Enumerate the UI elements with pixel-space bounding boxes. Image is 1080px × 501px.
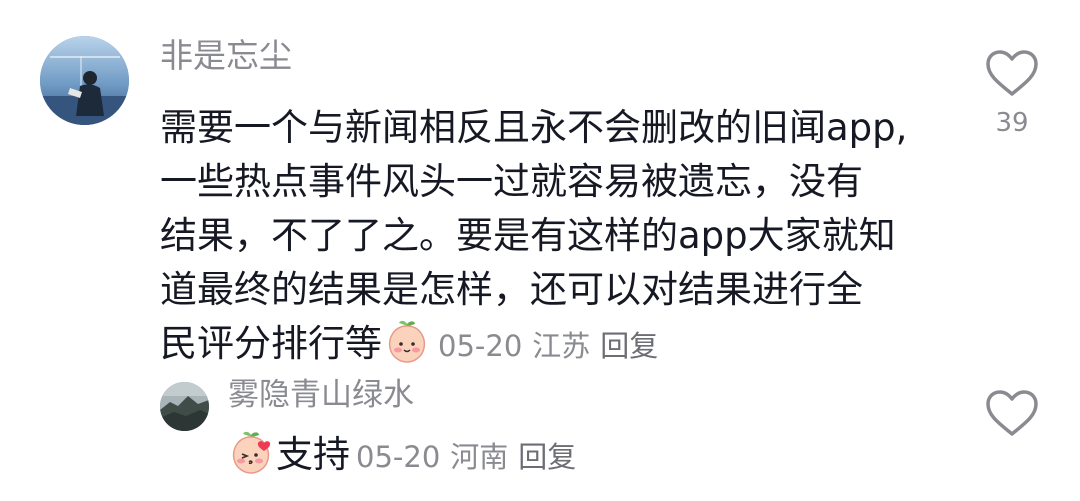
reply-button[interactable]: 回复 [600, 329, 658, 363]
reply-meta: 05-20 河南 回复 [356, 440, 586, 474]
peach-face-emoji [384, 318, 430, 364]
reply-location: 河南 [450, 440, 509, 474]
comment-text-line: 需要一个与新闻相反且永不会删改的旧闻app, [160, 106, 908, 149]
reply-text: 支持 [276, 433, 350, 476]
comment-text[interactable]: 需要一个与新闻相反且永不会删改的旧闻app, 一些热点事件风头一过就容易被遗忘，… [160, 101, 930, 373]
reply-like-button[interactable] [984, 388, 1040, 438]
like-button[interactable] [984, 48, 1040, 98]
comment-text-line: 一些热点事件风头一过就容易被遗忘，没有 [160, 160, 863, 203]
reply-text-line: 支持 05-20 河南 回复 [228, 428, 586, 484]
heart-outline-icon [986, 50, 1038, 96]
heart-outline-icon [986, 390, 1038, 436]
avatar-image [40, 36, 129, 125]
peach-kiss-emoji [228, 429, 274, 475]
comment-date: 05-20 [438, 329, 523, 363]
reply-avatar-image [160, 382, 209, 431]
reply-avatar[interactable] [160, 382, 209, 431]
comment-username[interactable]: 非是忘尘 [160, 36, 292, 76]
comment-text-line: 结果，不了了之。要是有这样的app大家就知 [160, 214, 896, 257]
comment-location: 江苏 [532, 329, 591, 363]
comment-meta: 05-20 江苏 回复 [438, 329, 668, 363]
reply-username[interactable]: 雾隐青山绿水 [228, 375, 414, 415]
reply-reply-button[interactable]: 回复 [518, 440, 576, 474]
avatar[interactable] [40, 36, 129, 125]
comment-text-line: 道最终的结果是怎样，还可以对结果进行全 [160, 268, 863, 311]
like-count: 39 [995, 108, 1029, 138]
comment-text-line: 民评分排行等 [160, 322, 382, 365]
comment-last-line: 民评分排行等 05-20 江苏 回复 [160, 317, 930, 373]
reply-date: 05-20 [356, 440, 441, 474]
